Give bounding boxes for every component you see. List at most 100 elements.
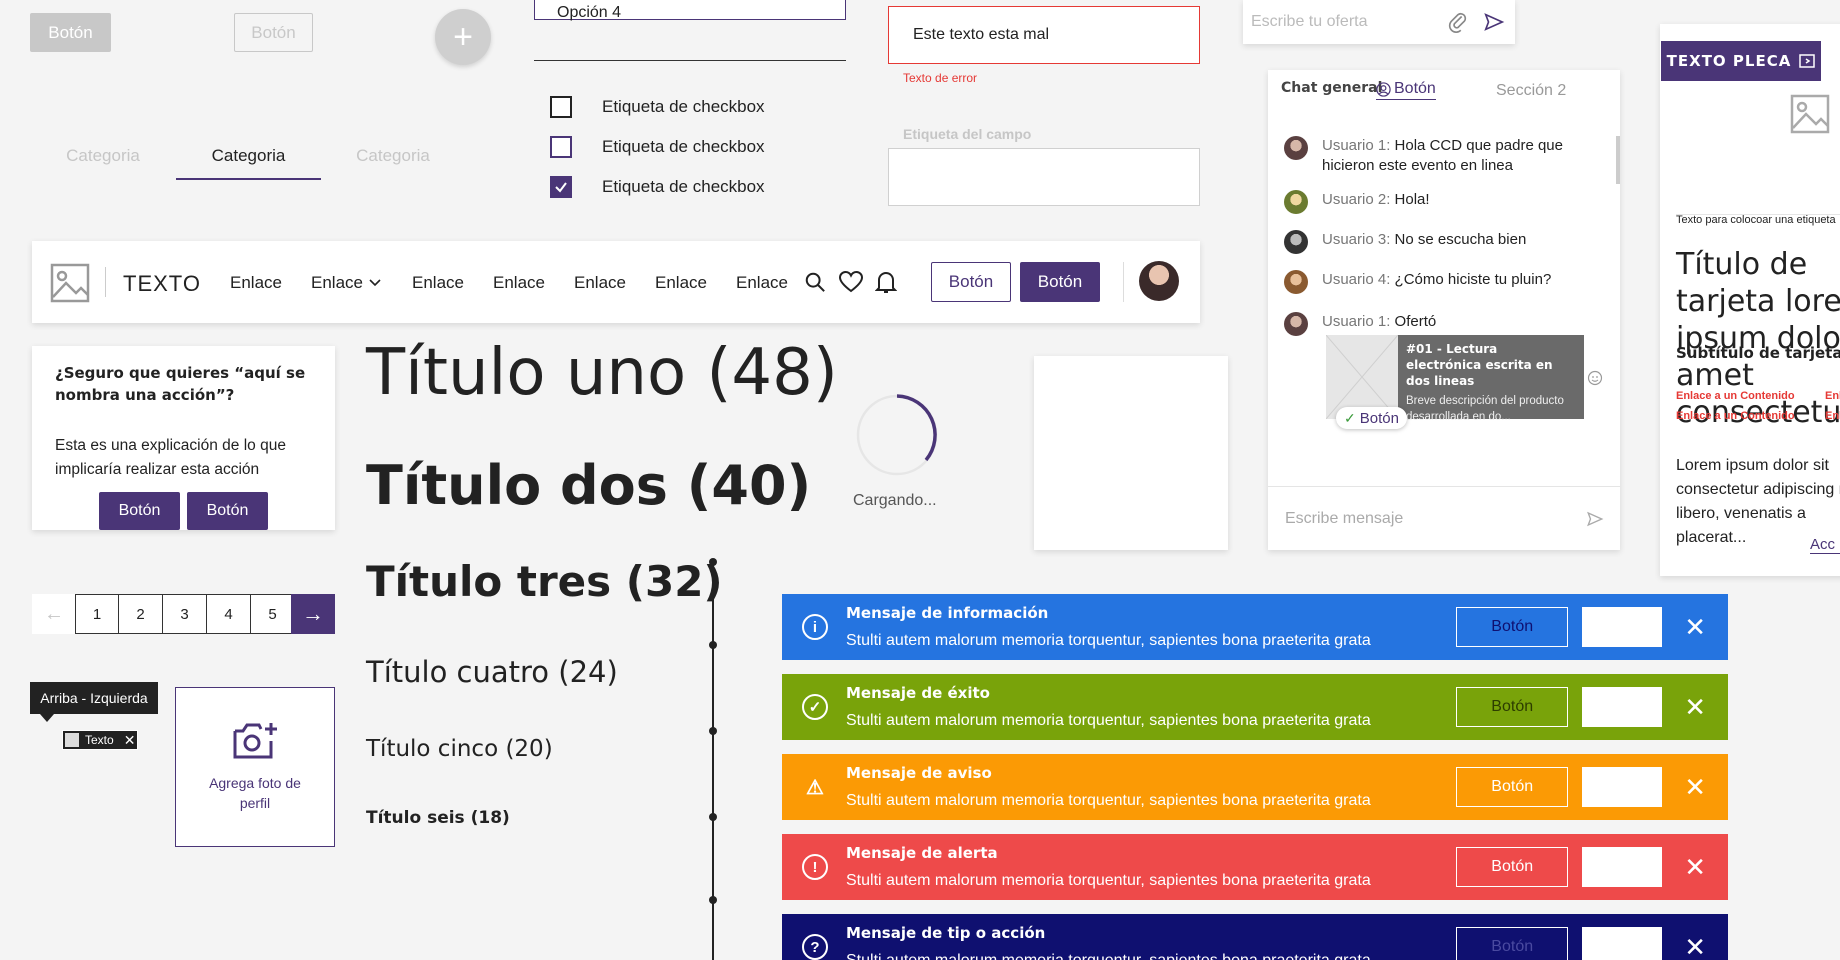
dialog-button-1[interactable]: Botón: [99, 492, 180, 530]
avatar[interactable]: [1139, 261, 1179, 301]
paperclip-icon[interactable]: [1447, 11, 1469, 33]
page-number[interactable]: 5: [251, 594, 295, 634]
field-label: Etiqueta del campo: [903, 126, 1032, 142]
nav-link-6[interactable]: Enlace: [655, 273, 707, 293]
photo-upload-label: Agrega foto de perfil: [209, 775, 301, 811]
error-input[interactable]: Este texto esta mal: [888, 6, 1200, 64]
navbar: TEXTO Enlace Enlace Enlace Enlace Enlace…: [32, 241, 1200, 323]
page-number[interactable]: 1: [75, 594, 119, 634]
card-pleca[interactable]: TEXTO PLECA: [1661, 41, 1821, 81]
page-number[interactable]: 2: [119, 594, 163, 634]
notification-text: Stulti autem malorum memoria torquentur,…: [846, 952, 1456, 960]
tab-category-2[interactable]: Categoria: [176, 146, 321, 166]
notification-button[interactable]: Botón: [1456, 687, 1569, 727]
tab-category-3[interactable]: Categoria: [338, 146, 448, 166]
pagination-prev[interactable]: ←: [32, 594, 76, 634]
notification-button[interactable]: Botón: [1456, 927, 1569, 960]
notification-input[interactable]: [1582, 927, 1663, 960]
nav-primary-button[interactable]: Botón: [1020, 262, 1100, 302]
card-link[interactable]: Enlace a un Contenido: [1676, 390, 1795, 402]
chip[interactable]: Texto ✕: [62, 730, 138, 750]
nav-link-1[interactable]: Enlace: [230, 273, 282, 293]
checkbox-item[interactable]: Etiqueta de checkbox: [550, 176, 765, 198]
notification-text: Stulti autem malorum memoria torquentur,…: [846, 712, 1371, 729]
close-icon[interactable]: ✕: [1684, 774, 1706, 800]
checkbox-checked[interactable]: [550, 176, 572, 198]
search-icon[interactable]: [804, 271, 826, 293]
photo-upload[interactable]: Agrega foto de perfil: [175, 687, 335, 847]
disabled-button[interactable]: Botón: [30, 13, 111, 52]
chat-input-placeholder[interactable]: Escribe mensaje: [1285, 510, 1403, 528]
pagination-next[interactable]: →: [291, 594, 335, 634]
tab-category-1[interactable]: Categoria: [48, 146, 158, 166]
chat-tab-button-label: Botón: [1394, 80, 1436, 97]
chat-tab-section[interactable]: Sección 2: [1496, 82, 1566, 100]
notification-input[interactable]: [1582, 847, 1663, 887]
checkbox-item[interactable]: Etiqueta de checkbox: [550, 96, 765, 118]
checkbox[interactable]: [550, 136, 572, 158]
notification-warning: ⚠ Mensaje de aviso Stulti autem malorum m…: [782, 754, 1728, 820]
send-icon[interactable]: [1483, 11, 1505, 33]
card-subtitle: Subtítulo de tarjeta lorem: [1676, 344, 1840, 362]
chip-square-icon: [65, 733, 79, 747]
chat-message: Usuario 1: Hola CCD que padre que hicier…: [1284, 136, 1604, 176]
close-icon[interactable]: ✕: [124, 732, 136, 749]
send-icon[interactable]: [1586, 510, 1604, 528]
chat-text: ¿Cómo hiciste tu pluin?: [1394, 271, 1552, 288]
empty-input[interactable]: [888, 148, 1200, 206]
close-icon[interactable]: ✕: [1684, 934, 1706, 960]
notification-button[interactable]: Botón: [1456, 607, 1569, 647]
error-message: Texto de error: [903, 71, 978, 85]
notification-title: Mensaje de éxito: [846, 684, 990, 702]
heart-icon[interactable]: [839, 271, 863, 293]
nav-link-4[interactable]: Enlace: [493, 273, 545, 293]
notification-input[interactable]: [1582, 687, 1663, 727]
card-action-link[interactable]: Acc: [1810, 536, 1840, 554]
user-circle-icon: [1376, 81, 1391, 97]
offer-input[interactable]: Escribe tu oferta: [1243, 0, 1515, 44]
divider: [105, 267, 106, 297]
nav-link-dropdown[interactable]: Enlace: [311, 273, 381, 293]
heading-1: Título uno (48): [366, 336, 838, 410]
external-link-icon: [1799, 54, 1816, 68]
accept-chip-label: Botón: [1359, 409, 1399, 427]
nav-link-7[interactable]: Enlace: [736, 273, 788, 293]
bell-icon[interactable]: [875, 270, 897, 294]
checkbox[interactable]: [550, 96, 572, 118]
close-icon[interactable]: ✕: [1684, 694, 1706, 720]
page-number[interactable]: 4: [207, 594, 251, 634]
card-link[interactable]: Enlace a un Contenido: [1676, 410, 1795, 422]
checkbox-item[interactable]: Etiqueta de checkbox: [550, 136, 765, 158]
scrollbar[interactable]: [1616, 136, 1620, 184]
notification-input[interactable]: [1582, 767, 1663, 807]
chat-message: Usuario 3: No se escucha bien: [1284, 230, 1604, 254]
dialog-button-2[interactable]: Botón: [187, 492, 268, 530]
accept-chip-button[interactable]: ✓ Botón: [1336, 407, 1407, 429]
chat-tab-button[interactable]: Botón: [1376, 80, 1436, 100]
add-fab-button[interactable]: +: [435, 9, 491, 65]
notification-input[interactable]: [1582, 607, 1663, 647]
select-option[interactable]: Opción 4: [557, 4, 621, 22]
page-number[interactable]: 3: [163, 594, 207, 634]
ghost-disabled-button[interactable]: Botón: [234, 13, 313, 52]
notification-button[interactable]: Botón: [1456, 847, 1569, 887]
select-dropdown[interactable]: Opción 4: [534, 0, 846, 22]
brand-text[interactable]: TEXTO: [123, 271, 201, 297]
nav-link-5[interactable]: Enlace: [574, 273, 626, 293]
product-info: #01 - Lectura electrónica escrita en dos…: [1398, 335, 1584, 423]
card-link[interactable]: Enlace: [1825, 410, 1840, 422]
close-icon[interactable]: ✕: [1684, 854, 1706, 880]
card-title: Título de tarjeta lorem ipsum dolor sit …: [1676, 247, 1840, 430]
close-icon[interactable]: ✕: [1684, 614, 1706, 640]
card-link[interactable]: Enlace: [1825, 390, 1840, 402]
nav-outline-button[interactable]: Botón: [931, 262, 1011, 302]
add-emoji-icon[interactable]: [1587, 370, 1603, 386]
notification-button[interactable]: Botón: [1456, 767, 1569, 807]
nav-link-3[interactable]: Enlace: [412, 273, 464, 293]
chat-tab-general[interactable]: Chat general: [1281, 80, 1382, 96]
stepper-dot: [709, 896, 717, 904]
tooltip: Arriba - Izquierda: [30, 682, 158, 714]
divider: [1123, 262, 1124, 302]
check-circle-icon: ✓: [802, 694, 828, 720]
tooltip-arrow: [40, 714, 54, 722]
